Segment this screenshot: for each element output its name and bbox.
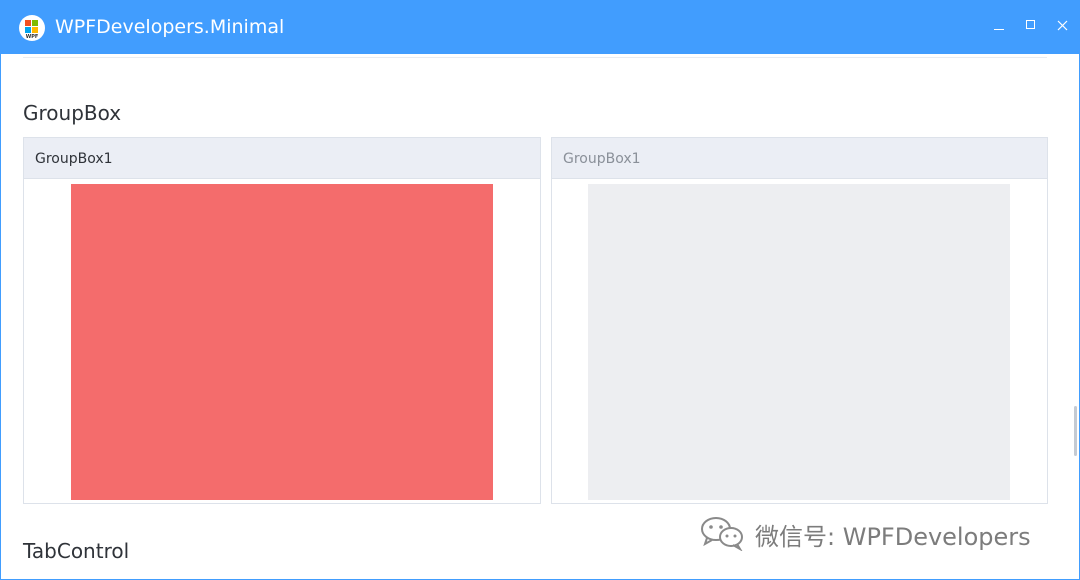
close-icon <box>1057 20 1068 31</box>
title-bar[interactable]: WPF WPFDevelopers.Minimal <box>1 1 1079 54</box>
content-top-divider <box>23 57 1047 58</box>
groupbox-header: GroupBox1 <box>552 138 1047 179</box>
watermark-text: 微信号: WPFDevelopers <box>755 523 1031 551</box>
groupbox-header-label: GroupBox1 <box>35 151 113 167</box>
minimize-icon <box>994 29 1004 30</box>
vertical-scrollbar-thumb[interactable] <box>1074 406 1077 456</box>
groupbox-disabled: GroupBox1 <box>551 137 1048 504</box>
close-button[interactable] <box>1053 16 1073 36</box>
groupbox-enabled: GroupBox1 <box>23 137 541 504</box>
groupbox-content-rect <box>71 184 493 500</box>
section-title-groupbox: GroupBox <box>23 101 122 125</box>
section-title-tabcontrol: TabControl <box>23 539 130 563</box>
app-window: WPF WPFDevelopers.Minimal GroupBox Group… <box>0 0 1080 580</box>
groupbox-header-label: GroupBox1 <box>563 151 641 167</box>
groupbox-content-rect <box>588 184 1010 500</box>
groupbox-header: GroupBox1 <box>24 138 540 179</box>
window-title: WPFDevelopers.Minimal <box>55 16 285 38</box>
wechat-icon <box>701 517 743 551</box>
minimize-button[interactable] <box>989 16 1009 36</box>
maximize-icon <box>1026 20 1035 29</box>
maximize-button[interactable] <box>1021 16 1041 36</box>
app-logo-icon: WPF <box>19 15 45 41</box>
app-logo-text: WPF <box>25 34 39 40</box>
